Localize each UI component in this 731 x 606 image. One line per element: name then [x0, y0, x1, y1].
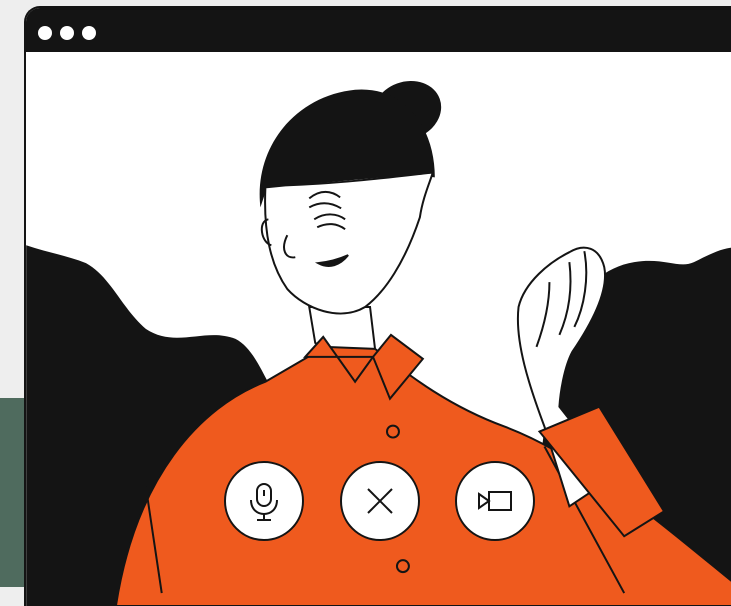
end-call-button[interactable]: [340, 461, 420, 541]
microphone-icon: [250, 483, 278, 521]
shirt-button: [395, 559, 410, 574]
shirt-button: [385, 424, 400, 439]
toggle-video-button[interactable]: [455, 461, 535, 541]
face: [264, 171, 435, 315]
video-camera-icon: [478, 491, 512, 511]
mute-microphone-button[interactable]: [224, 461, 304, 541]
call-controls: [224, 461, 536, 551]
video-call-window: [24, 6, 731, 606]
close-icon: [367, 488, 393, 514]
